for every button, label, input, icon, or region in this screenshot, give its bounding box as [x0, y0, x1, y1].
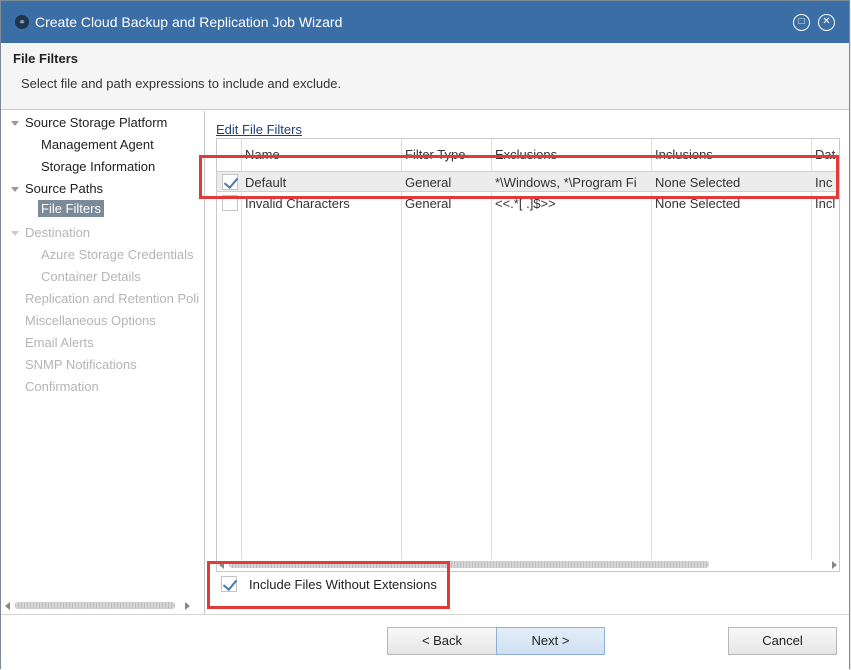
title-bar: ⚭ Create Cloud Backup and Replication Jo… — [1, 1, 849, 43]
app-logo-icon: ⚭ — [15, 15, 29, 29]
column-header-date[interactable]: Dat — [815, 147, 835, 162]
wizard-window: ⚭ Create Cloud Backup and Replication Jo… — [0, 0, 850, 670]
window-title: Create Cloud Backup and Replication Job … — [35, 14, 343, 30]
nav-step-destination[interactable]: Destination — [25, 225, 90, 240]
nav-step-management-agent[interactable]: Management Agent — [41, 137, 154, 152]
nav-step-snmp-notifications[interactable]: SNMP Notifications — [25, 357, 137, 372]
cell-inclusions: None Selected — [655, 175, 741, 190]
back-button[interactable]: < Back — [387, 627, 497, 655]
close-button[interactable]: ✕ — [818, 14, 835, 31]
nav-step-source-storage-platform[interactable]: Source Storage Platform — [25, 115, 167, 130]
scrollbar-thumb[interactable] — [229, 561, 709, 568]
nav-step-source-paths[interactable]: Source Paths — [25, 181, 103, 196]
scroll-left-arrow-icon[interactable] — [5, 602, 10, 610]
page-title: File Filters — [13, 51, 79, 66]
include-files-without-extensions-checkbox[interactable] — [221, 576, 237, 592]
include-files-without-extensions-label[interactable]: Include Files Without Extensions — [249, 577, 437, 592]
page-header: File Filters Select file and path expres… — [1, 43, 849, 110]
table-row[interactable]: Invalid Characters General <<.*[ .]$>> N… — [217, 193, 839, 214]
scroll-left-arrow-icon[interactable] — [219, 561, 224, 569]
table-row[interactable]: Default General *\Windows, *\Program Fi … — [217, 171, 839, 192]
cell-filter-type: General — [405, 196, 452, 211]
cell-exclusions: <<.*[ .]$>> — [495, 196, 556, 211]
scrollbar-thumb[interactable] — [15, 602, 175, 609]
nav-step-storage-information[interactable]: Storage Information — [41, 159, 155, 174]
cancel-button[interactable]: Cancel — [728, 627, 837, 655]
page-description: Select file and path expressions to incl… — [21, 76, 342, 91]
table-horizontal-scrollbar[interactable] — [217, 558, 839, 570]
nav-step-file-filters[interactable]: File Filters — [38, 200, 104, 217]
nav-step-confirmation[interactable]: Confirmation — [25, 379, 99, 394]
expand-arrow-icon[interactable] — [11, 231, 19, 236]
cell-name: Default — [245, 175, 287, 190]
row-checkbox[interactable] — [222, 195, 238, 211]
nav-step-email-alerts[interactable]: Email Alerts — [25, 335, 94, 350]
cell-exclusions: *\Windows, *\Program Fi — [495, 175, 637, 190]
row-checkbox[interactable] — [222, 174, 238, 190]
filters-table: Name Filter Type Exclusions Inclusions D… — [216, 138, 840, 572]
scroll-right-arrow-icon[interactable] — [185, 602, 190, 610]
table-header: Name Filter Type Exclusions Inclusions D… — [217, 139, 839, 163]
cell-filter-type: General — [405, 175, 452, 190]
cell-name: Invalid Characters — [245, 196, 350, 211]
nav-step-replication-retention[interactable]: Replication and Retention Poli — [25, 291, 199, 306]
nav-step-azure-storage-credentials[interactable]: Azure Storage Credentials — [41, 247, 193, 262]
cell-inclusions: None Selected — [655, 196, 741, 211]
column-header-exclusions[interactable]: Exclusions — [495, 147, 557, 162]
expand-arrow-icon[interactable] — [11, 121, 19, 126]
cell-date: Incl — [815, 196, 836, 211]
file-filters-pane: Edit File Filters Name Filter Type Exclu… — [206, 111, 846, 614]
wizard-footer: < Back Next > Cancel — [1, 614, 849, 670]
nav-step-container-details[interactable]: Container Details — [41, 269, 141, 284]
wizard-steps-pane: Source Storage Platform Management Agent… — [5, 111, 205, 614]
column-header-name[interactable]: Name — [245, 147, 280, 162]
edit-file-filters-link[interactable]: Edit File Filters — [216, 122, 302, 137]
nav-step-miscellaneous-options[interactable]: Miscellaneous Options — [25, 313, 156, 328]
column-header-filter-type[interactable]: Filter Type — [405, 147, 465, 162]
steps-horizontal-scrollbar[interactable] — [5, 599, 190, 611]
maximize-button[interactable]: □ — [793, 14, 810, 31]
column-header-inclusions[interactable]: Inclusions — [655, 147, 713, 162]
cell-date: Inc — [815, 175, 833, 190]
next-button[interactable]: Next > — [496, 627, 605, 655]
scroll-right-arrow-icon[interactable] — [832, 561, 837, 569]
expand-arrow-icon[interactable] — [11, 187, 19, 192]
